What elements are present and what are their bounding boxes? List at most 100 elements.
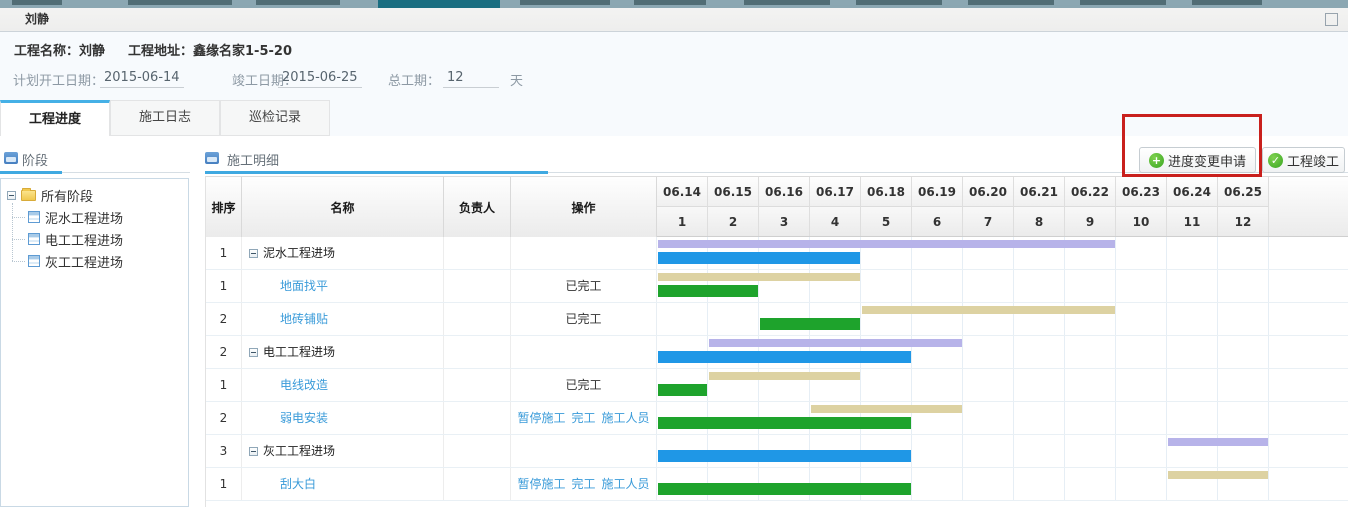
task-name-link[interactable]: 地面找平 [242,279,328,293]
task-name-link[interactable]: 弱电安装 [242,411,328,425]
maximize-icon[interactable] [1325,13,1338,26]
actual-task-bar [658,483,911,495]
detail-section-title: 施工明细 [227,150,279,169]
action-link[interactable]: 暂停施工 [517,411,565,425]
header-name: 名称 [242,177,444,237]
tree-item[interactable]: 泥水工程进场 [28,207,123,227]
date-label: 06.16 [759,177,810,207]
header-owner: 负责人 [444,177,511,237]
action-link[interactable]: 施工人员 [602,411,650,425]
tree-item[interactable]: 灰工工程进场 [28,251,123,271]
tree-root-node[interactable]: 所有阶段 [7,185,93,205]
task-name-link[interactable]: 电线改造 [242,378,328,392]
stage-tree-panel: 所有阶段 泥水工程进场 电工工程进场 灰工工程进场 [0,178,189,507]
date-label: 06.14 [657,177,708,207]
row-action-cell: 已完工 [511,270,657,302]
tab-3[interactable]: 巡检记录 [220,100,330,136]
row-name-cell: 弱电安装 [242,402,444,434]
topnav-active-item[interactable] [378,0,500,8]
date-label: 06.22 [1065,177,1116,207]
topnav-item[interactable] [256,0,340,5]
tree-item[interactable]: 电工工程进场 [28,229,123,249]
header-filler [1269,177,1348,236]
topnav-item[interactable] [1080,0,1166,5]
stage-section-header: 阶段 [0,146,190,173]
row-name-cell: 刮大白 [242,468,444,500]
tree-guide-line [12,203,13,261]
actual-task-bar [658,417,911,429]
table-row: 2 弱电安装 暂停施工完工施工人员 [206,402,1348,435]
row-name-cell: 地砖铺贴 [242,303,444,335]
date-label: 06.20 [963,177,1014,207]
topnav-item[interactable] [634,0,706,5]
tree-guide-line [12,239,25,240]
date-column-header: 06.19 6 [912,177,963,237]
project-complete-button[interactable]: ✓ 工程竣工 [1262,147,1345,173]
topnav-item[interactable] [856,0,942,5]
date-column-header: 06.16 3 [759,177,810,237]
row-order: 2 [206,402,242,434]
topnav-item[interactable] [744,0,830,5]
plan-start-input[interactable]: 2015-06-14 [100,70,184,88]
action-link[interactable]: 施工人员 [602,477,650,491]
day-number: 7 [963,207,1014,236]
row-order: 1 [206,270,242,302]
check-icon: ✓ [1268,153,1283,168]
tree-guide-line [12,261,25,262]
duration-unit: 天 [510,70,523,89]
topnav-item[interactable] [12,0,62,5]
task-name-link[interactable]: 地砖铺贴 [242,312,328,326]
row-owner-cell [444,303,511,335]
action-link[interactable]: 暂停施工 [517,477,565,491]
topnav-item[interactable] [1192,0,1262,5]
row-action-cell: 暂停施工完工施工人员 [511,468,657,500]
date-column-header: 06.21 8 [1014,177,1065,237]
topnav-item[interactable] [968,0,1054,5]
row-gantt-cell [657,270,1348,302]
collapse-icon[interactable] [249,249,258,258]
actual-group-bar [658,351,911,363]
task-name-link[interactable]: 刮大白 [242,477,316,491]
table-icon [28,211,40,223]
date-label: 06.15 [708,177,759,207]
project-info-row: 工程名称：刘静 工程地址：鑫缘名家1-5-20 [0,40,1348,60]
construction-detail-table: 排序 名称 负责人 操作 06.14 1 06.15 2 06.16 3 06.… [205,176,1348,507]
collapse-icon[interactable] [249,447,258,456]
tree-item-label: 灰工工程进场 [45,252,123,271]
tab-2[interactable]: 施工日志 [110,100,220,136]
date-column-header: 06.22 9 [1065,177,1116,237]
row-owner-cell [444,336,511,368]
row-name-cell: 电线改造 [242,369,444,401]
collapse-expander-icon[interactable] [7,191,16,200]
status-text: 已完工 [565,378,601,392]
row-name-cell: 泥水工程进场 [242,237,444,269]
tab-1[interactable]: 工程进度 [0,100,110,136]
date-column-header: 06.20 7 [963,177,1014,237]
date-label: 06.17 [810,177,861,207]
collapse-icon[interactable] [249,348,258,357]
row-order: 1 [206,237,242,269]
finish-date-input[interactable]: 2015-06-25 [278,70,362,88]
topnav-item[interactable] [520,0,610,5]
duration-input[interactable]: 12 [443,70,499,88]
day-number: 9 [1065,207,1116,236]
table-row: 2 电工工程进场 [206,336,1348,369]
tree-guide-line [12,217,25,218]
group-name: 泥水工程进场 [263,237,335,269]
actual-task-bar [760,318,860,330]
date-label: 06.24 [1167,177,1218,207]
row-gantt-cell [657,303,1348,335]
date-label: 06.21 [1014,177,1065,207]
date-label: 06.23 [1116,177,1167,207]
stage-accent-bar [0,171,62,174]
row-action-cell: 已完工 [511,369,657,401]
window-titlebar: 刘静 [0,8,1348,32]
topnav-item[interactable] [128,0,232,5]
table-row: 1 泥水工程进场 [206,237,1348,270]
day-number: 4 [810,207,861,236]
row-order: 2 [206,336,242,368]
action-link[interactable]: 完工 [571,411,595,425]
action-link[interactable]: 完工 [571,477,595,491]
row-owner-cell [444,270,511,302]
header-action: 操作 [511,177,657,237]
